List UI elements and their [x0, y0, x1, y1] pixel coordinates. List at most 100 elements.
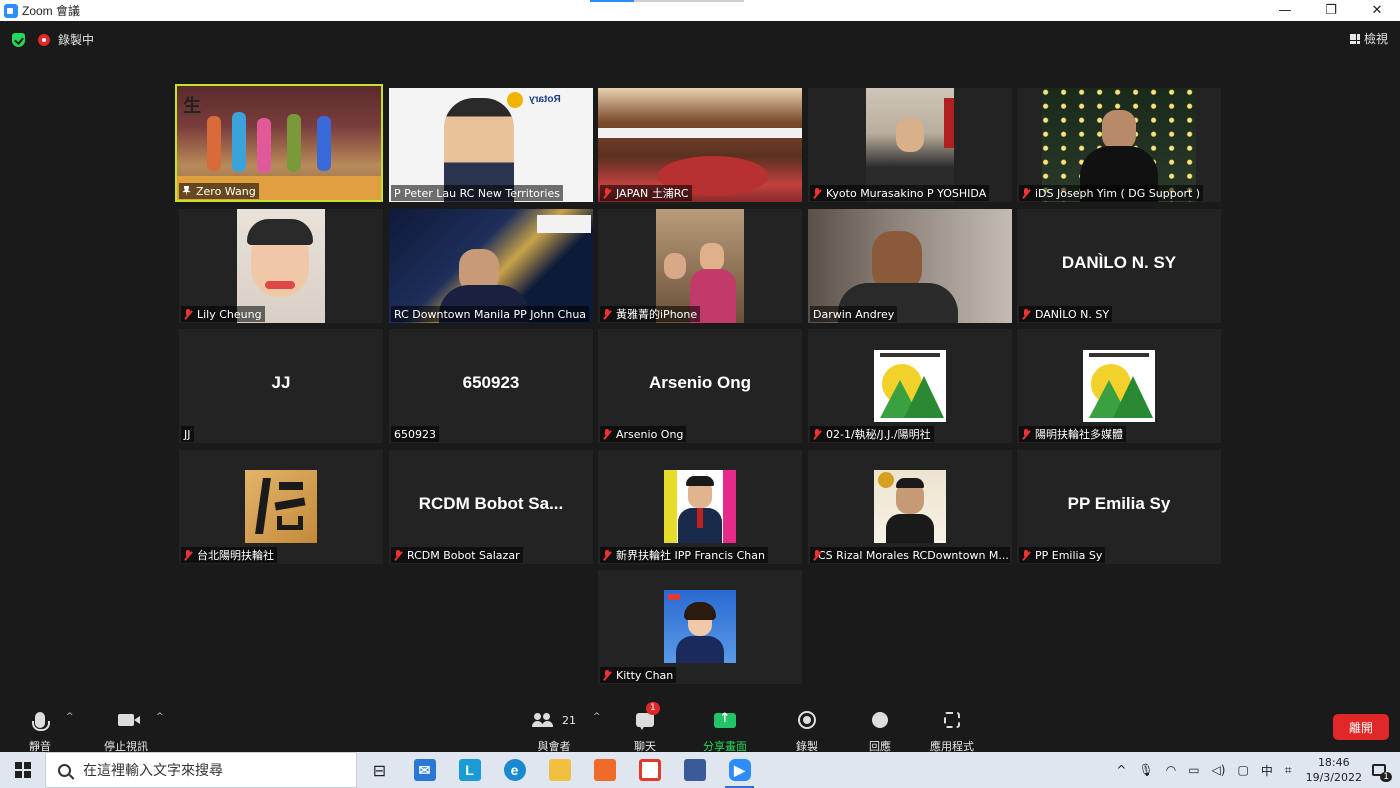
participant-name-label: 650923: [391, 426, 439, 442]
record-icon: [798, 711, 816, 729]
participant-name-label: iDS Joseph Yim ( DG Support ): [1019, 185, 1204, 201]
participant-tile[interactable]: CS Rizal Morales RCDowntown M...: [808, 450, 1012, 564]
tray-device-icon[interactable]: ▢: [1237, 763, 1248, 777]
participant-tile[interactable]: 650923 650923: [389, 329, 593, 443]
participant-name-label: 陽明扶輪社多媒體: [1019, 426, 1126, 442]
participant-tile[interactable]: 02-1/執秘/J.J./陽明社: [808, 329, 1012, 443]
participants-icon: [532, 713, 554, 727]
notification-count: 1: [1380, 772, 1392, 782]
participant-tile[interactable]: Lily Cheung: [179, 209, 383, 323]
taskbar-app-explorer[interactable]: [537, 752, 582, 788]
mute-button[interactable]: 靜音: [29, 708, 51, 754]
recording-indicator[interactable]: 錄製中: [38, 31, 94, 48]
participant-tile[interactable]: DANÌLO N. SY DANÌLO N. SY: [1017, 209, 1221, 323]
participant-display-name: 650923: [462, 373, 520, 392]
maximize-button[interactable]: ❐: [1308, 0, 1354, 21]
muted-mic-icon: [813, 428, 821, 440]
participant-tile[interactable]: 台北陽明扶輪社: [179, 450, 383, 564]
participant-tile[interactable]: 陽明扶輪社多媒體: [1017, 329, 1221, 443]
titlebar-indicator: [590, 0, 634, 2]
close-button[interactable]: ✕: [1354, 0, 1400, 21]
start-button[interactable]: [0, 752, 45, 788]
search-icon: [55, 760, 74, 780]
input-method-indicator[interactable]: 中: [1261, 762, 1273, 779]
participant-tile[interactable]: 黃雅菁的iPhone: [598, 209, 802, 323]
store-icon: [593, 759, 616, 781]
keyboard-layout-icon[interactable]: ⌗: [1285, 763, 1292, 778]
taskbar-clock[interactable]: 18:46 19/3/2022: [1306, 755, 1362, 785]
taskbar-app-edge[interactable]: e: [492, 752, 537, 788]
participant-tile[interactable]: JJ JJ: [179, 329, 383, 443]
video-options-caret-icon[interactable]: ^: [156, 712, 164, 722]
muted-mic-icon: [603, 428, 611, 440]
participant-tile[interactable]: 新界扶輪社 IPP Francis Chan: [598, 450, 802, 564]
participant-tile[interactable]: RCDM Bobot Sa... RCDM Bobot Salazar: [389, 450, 593, 564]
notification-center-icon[interactable]: 1: [1372, 764, 1392, 782]
participant-name-label: P Peter Lau RC New Territories: [391, 185, 563, 201]
share-screen-button[interactable]: 分享畫面: [703, 708, 747, 754]
participant-tile[interactable]: Kyoto Murasakino P YOSHIDA: [808, 88, 1012, 202]
muted-mic-icon: [1022, 428, 1030, 440]
reactions-button[interactable]: 回應: [869, 708, 891, 754]
participant-name-label: Kyoto Murasakino P YOSHIDA: [810, 185, 990, 201]
participant-tile[interactable]: Arsenio Ong Arsenio Ong: [598, 329, 802, 443]
muted-mic-icon: [603, 549, 611, 561]
participant-name-label: 台北陽明扶輪社: [181, 547, 277, 563]
participant-tile[interactable]: JAPAN 土浦RC: [598, 88, 802, 202]
tray-overflow-chevron-icon[interactable]: ^: [1116, 763, 1126, 777]
l-app-icon: L: [458, 759, 481, 781]
muted-mic-icon: [813, 187, 821, 199]
taskbar-app-mail[interactable]: ✉: [402, 752, 447, 788]
participant-display-name: DANÌLO N. SY: [1061, 253, 1177, 272]
muted-mic-icon: [603, 187, 611, 199]
participant-display-name: PP Emilia Sy: [1067, 494, 1171, 513]
taskbar-app-store[interactable]: [582, 752, 627, 788]
pin-icon: [182, 185, 191, 197]
club-logo-image: [874, 350, 946, 422]
search-placeholder: 在這裡輸入文字來搜尋: [83, 763, 223, 779]
windows-logo-icon: [14, 762, 31, 778]
muted-mic-icon: [1022, 308, 1030, 320]
stop-video-button[interactable]: 停止視訊: [104, 708, 148, 754]
task-view-button[interactable]: ⊟: [357, 752, 402, 788]
chat-unread-badge: 1: [646, 702, 660, 715]
participant-tile[interactable]: iDS Joseph Yim ( DG Support ): [1017, 88, 1221, 202]
taskbar-app-office[interactable]: [627, 752, 672, 788]
battery-icon[interactable]: ▭: [1188, 763, 1199, 777]
muted-mic-icon: [184, 308, 192, 320]
volume-icon[interactable]: ◁): [1212, 763, 1226, 777]
taskbar-app-whiteboard[interactable]: [672, 752, 717, 788]
muted-mic-icon: [603, 669, 611, 681]
zoom-app-icon: ▶: [728, 759, 751, 781]
taskbar-app-l[interactable]: L: [447, 752, 492, 788]
wifi-icon[interactable]: ◠: [1166, 763, 1176, 777]
record-button[interactable]: 錄製: [796, 708, 818, 754]
participants-button[interactable]: 21 與會者: [532, 708, 576, 754]
taskbar-app-zoom[interactable]: ▶: [717, 752, 762, 788]
windows-taskbar: 在這裡輸入文字來搜尋 ⊟ ✉ L e ▶ ^ 🎙 ◠ ▭ ◁) ▢ 中 ⌗ 18…: [0, 752, 1400, 788]
view-button[interactable]: 檢視: [1349, 30, 1388, 47]
clock-date: 19/3/2022: [1305, 771, 1362, 784]
taskbar-search-box[interactable]: 在這裡輸入文字來搜尋: [45, 752, 357, 788]
participant-name-label: Kitty Chan: [600, 667, 677, 683]
office-icon: [638, 759, 661, 781]
security-shield-icon[interactable]: [12, 33, 25, 47]
audio-options-caret-icon[interactable]: ^: [66, 712, 74, 722]
apps-button[interactable]: 應用程式: [930, 708, 974, 754]
participant-tile[interactable]: PP Emilia Sy PP Emilia Sy: [1017, 450, 1221, 564]
participant-name-label: Darwin Andrey: [810, 306, 898, 322]
participant-tile[interactable]: Darwin Andrey: [808, 209, 1012, 323]
chat-button[interactable]: 1 聊天: [634, 702, 660, 754]
smiley-icon: [872, 712, 888, 728]
participant-tile[interactable]: Rotary P Peter Lau RC New Territories: [389, 88, 593, 202]
participants-caret-icon[interactable]: ^: [593, 712, 601, 722]
participant-name-label: 新界扶輪社 IPP Francis Chan: [600, 547, 768, 563]
participant-tile[interactable]: 生 Zero Wang: [175, 84, 383, 202]
microphone-icon: [32, 712, 50, 731]
participant-tile[interactable]: Kitty Chan: [598, 570, 802, 684]
tray-microphone-icon[interactable]: 🎙: [1138, 763, 1153, 777]
participant-name-label: CS Rizal Morales RCDowntown M...: [810, 547, 1010, 563]
leave-button[interactable]: 離開: [1333, 714, 1389, 740]
participant-tile[interactable]: RC Downtown Manila PP John Chua: [389, 209, 593, 323]
minimize-button[interactable]: —: [1262, 0, 1308, 21]
